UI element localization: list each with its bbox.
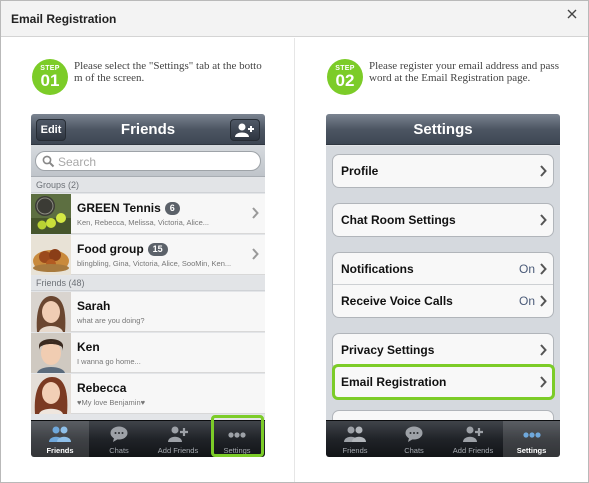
chevron-right-icon: [540, 295, 547, 307]
notifications-value: On: [518, 262, 535, 276]
friends-header: Friends (48): [31, 276, 265, 291]
list-item[interactable]: Sarah what are you doing?: [31, 292, 265, 332]
notifications-item[interactable]: Notifications On: [333, 253, 553, 285]
tab-friends[interactable]: Friends: [326, 421, 384, 457]
group-members: Ken, Rebecca, Melissa, Victoria, Alice..…: [77, 218, 210, 227]
step-2-text: Please register your email address and p…: [369, 60, 559, 84]
tab-label: Add Friends: [157, 446, 199, 455]
group-photo: [31, 235, 71, 275]
tab-chats[interactable]: Chats: [90, 421, 148, 457]
group-members: blingbling, Gina, Victoria, Alice, SooMi…: [77, 259, 232, 268]
friends-icon: [344, 426, 366, 442]
list-item[interactable]: Ken I wanna go home...: [31, 333, 265, 373]
avatar: [31, 374, 71, 414]
chat-room-settings-item[interactable]: Chat Room Settings: [333, 204, 553, 236]
friends-navbar: Edit Friends: [31, 114, 265, 145]
close-icon[interactable]: [564, 6, 580, 22]
list-item[interactable]: Food group 15 blingbling, Gina, Victoria,…: [31, 235, 265, 275]
avatar: [31, 333, 71, 373]
avatar: [31, 292, 71, 332]
settings-group: Chat Room Settings: [332, 203, 554, 237]
receive-voice-calls-item[interactable]: Receive Voice Calls On: [333, 285, 553, 317]
chevron-right-icon: [252, 248, 259, 260]
friend-name: Ken: [77, 340, 100, 354]
search-icon: [42, 155, 55, 168]
email-registration-highlight: [332, 364, 555, 400]
settings-screen: Settings Profile Chat Room Settings Noti…: [326, 114, 560, 457]
step-2-badge: STEP 02: [327, 59, 363, 95]
chat-bubble-icon: [110, 426, 128, 442]
tab-add-friends[interactable]: Add Friends: [444, 421, 502, 457]
settings-group: Notifications On Receive Voice Calls On: [332, 252, 554, 318]
chevron-right-icon: [540, 214, 547, 226]
chevron-right-icon: [540, 165, 547, 177]
settings-navbar: Settings: [326, 114, 560, 145]
tab-label: Add Friends: [452, 446, 494, 455]
step-1-text: Please select the "Settings" tab at the …: [74, 60, 262, 84]
friend-status: what are you doing?: [77, 316, 145, 325]
friends-icon: [49, 426, 71, 442]
friend-status: ♥My love Benjamin♥: [77, 398, 146, 407]
more-dots-icon: [522, 432, 541, 438]
privacy-settings-item[interactable]: Privacy Settings: [333, 334, 553, 366]
search-bar: [31, 145, 265, 177]
group-photo: [31, 194, 71, 234]
add-person-icon: [235, 123, 254, 137]
friend-status: I wanna go home...: [77, 357, 141, 366]
step-1-badge: STEP 01: [32, 59, 68, 95]
tab-bar: Friends Chats Add Friends Settings: [326, 420, 560, 457]
profile-item[interactable]: Profile: [333, 155, 553, 187]
search-input[interactable]: [58, 154, 253, 169]
settings-group: Profile: [332, 154, 554, 188]
tab-label: Friends: [342, 446, 368, 455]
tab-label: Chats: [109, 446, 129, 455]
tab-label: Friends: [46, 446, 74, 455]
dialog-titlebar: Email Registration: [1, 1, 588, 37]
chevron-right-icon: [252, 207, 259, 219]
tab-add-friends[interactable]: Add Friends: [149, 421, 207, 457]
tab-label: Chats: [404, 446, 424, 455]
tab-chats[interactable]: Chats: [385, 421, 443, 457]
group-name: GREEN Tennis 6: [77, 201, 180, 215]
list-item[interactable]: GREEN Tennis 6 Ken, Rebecca, Melissa, Vic…: [31, 194, 265, 234]
settings-title: Settings: [413, 121, 473, 138]
settings-tab-highlight: [211, 415, 264, 457]
chat-bubble-icon: [405, 426, 423, 442]
friend-name: Sarah: [77, 299, 111, 313]
member-count-badge: 15: [147, 243, 168, 256]
voice-calls-value: On: [518, 294, 535, 308]
chevron-right-icon: [540, 344, 547, 356]
search-field[interactable]: [35, 151, 261, 171]
add-person-icon: [463, 426, 483, 442]
friend-name: Rebecca: [77, 381, 127, 395]
panel-divider: [294, 38, 295, 482]
tab-friends[interactable]: Friends: [31, 421, 89, 457]
add-person-icon: [168, 426, 188, 442]
list-item[interactable]: Rebecca ♥My love Benjamin♥: [31, 374, 265, 414]
friends-screen: Edit Friends Groups (2): [31, 114, 265, 457]
member-count-badge: 6: [164, 202, 180, 215]
group-name: Food group 15: [77, 242, 168, 256]
groups-header: Groups (2): [31, 178, 265, 193]
dialog-title: Email Registration: [11, 12, 117, 26]
tab-settings[interactable]: Settings: [503, 421, 560, 457]
add-friend-button[interactable]: [230, 119, 260, 141]
chevron-right-icon: [540, 263, 547, 275]
tab-label: Settings: [516, 446, 547, 455]
email-registration-dialog: Email Registration STEP 01 Please select…: [0, 0, 589, 483]
